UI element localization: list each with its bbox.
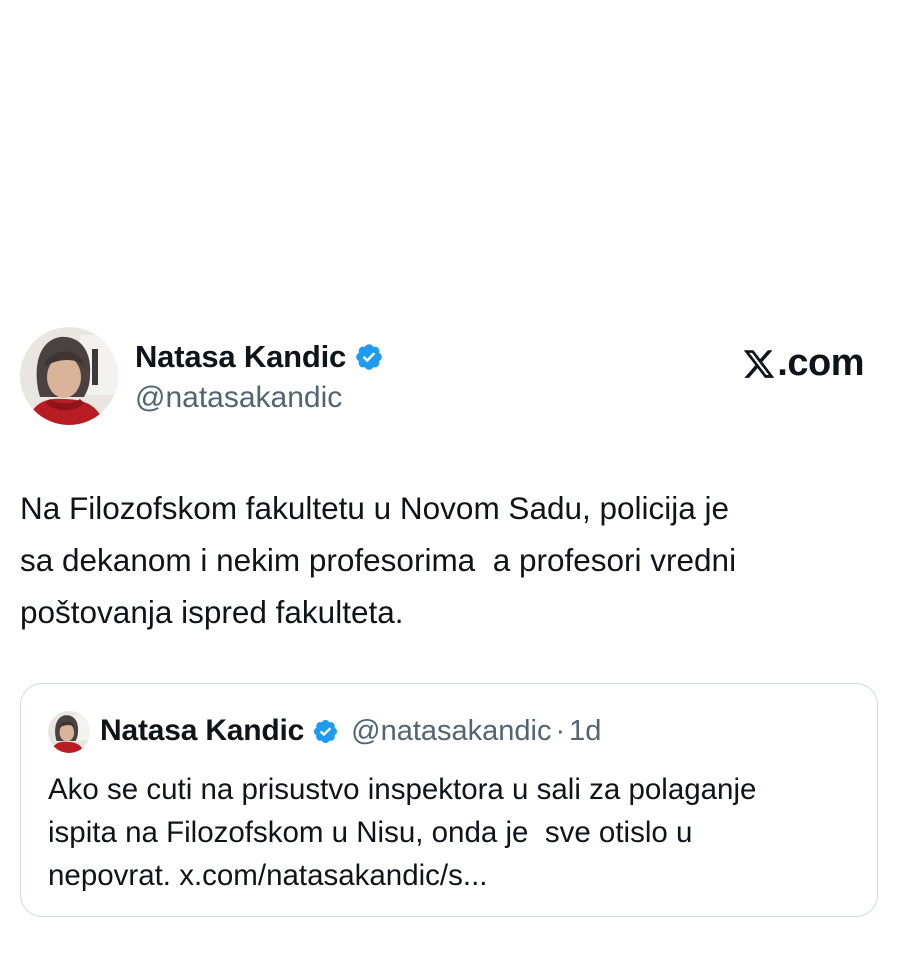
woman-portrait-avatar-icon [20,327,118,425]
xcom-brand: .com [742,342,864,385]
author-name[interactable]: Natasa Kandic [135,339,384,375]
quoted-tweet-card[interactable]: Natasa Kandic @natasakandic · 1d Ako se … [20,683,878,917]
tweet-text: Na Filozofskom fakultetu u Novom Sadu, p… [20,490,737,630]
verified-badge-icon [314,719,338,743]
quoted-text-line-2: ispita na Filozofskom u Nisu, onda je sv… [48,816,693,849]
quoted-tweet-time[interactable]: 1d [569,715,601,748]
quoted-author-handle: @natasakandic [351,714,552,747]
quoted-tweet-link[interactable]: x.com/natasakandic/s... [179,859,487,892]
woman-portrait-avatar-icon [48,711,90,753]
x-logo-icon [744,349,775,378]
tweet-screenshot: Natasa Kandic @natasakandic .com Na Filo… [0,0,900,979]
quoted-text-tail: nepovrat. [48,859,180,892]
quoted-text-line-1: Ako se cuti na prisustvo inspektora u sa… [48,773,757,806]
quoted-author-name: Natasa Kandic [100,714,305,747]
quoted-tweet-header: Natasa Kandic @natasakandic · 1d [100,714,601,748]
cutoff-text [20,965,400,979]
quoted-tweet-text: Ako se cuti na prisustvo inspektora u sa… [48,768,858,897]
dot-separator: · [555,714,566,747]
xcom-label: .com [777,342,864,384]
author-handle[interactable]: @natasakandic [135,381,342,415]
author-avatar[interactable] [20,327,118,425]
quoted-author-avatar [48,711,90,753]
tweet-header: Natasa Kandic @natasakandic .com [20,326,880,428]
verified-badge-icon [356,344,382,370]
author-name-text: Natasa Kandic [135,339,347,374]
cutoff-metadata-line [20,965,400,979]
